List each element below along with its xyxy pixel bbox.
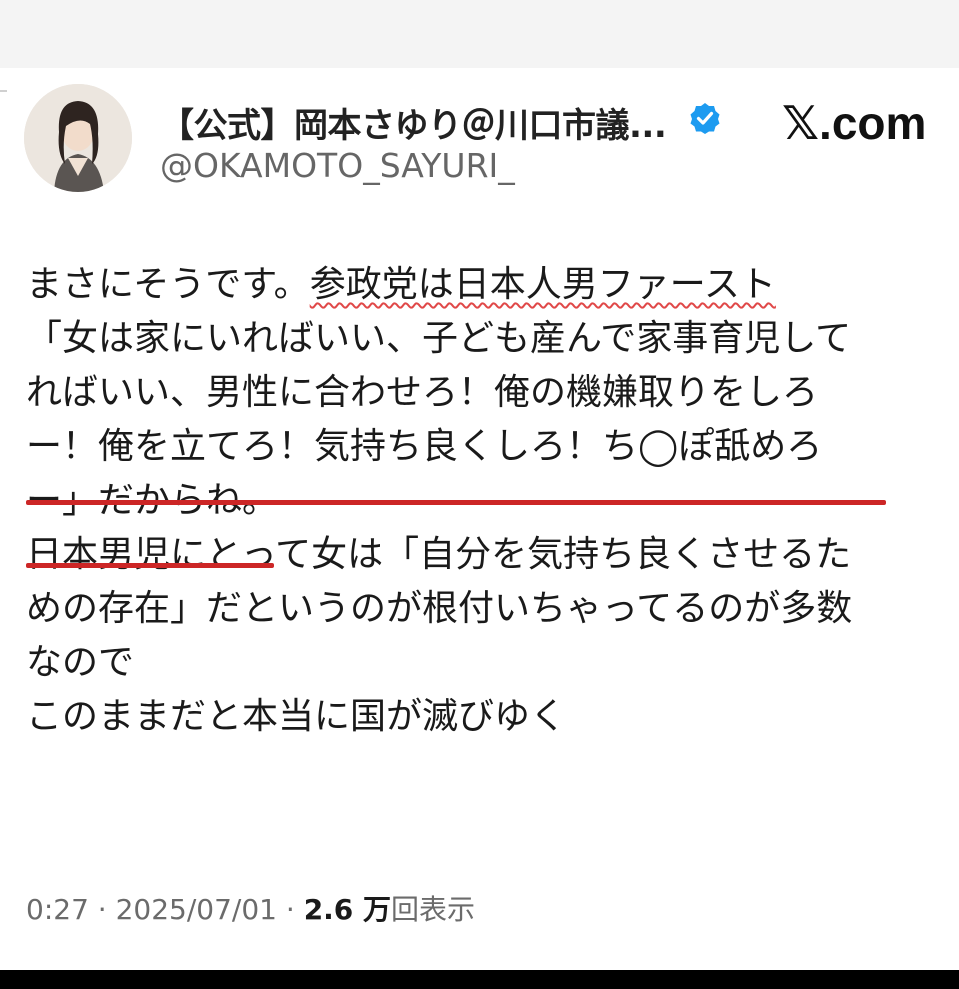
text-line: ればいい、男性に合わせろ！俺の機嫌取りをしろ — [26, 372, 819, 413]
avatar-image — [24, 84, 132, 192]
separator: · — [88, 893, 116, 926]
avatar[interactable] — [24, 84, 132, 192]
post-time[interactable]: 0:27 — [26, 893, 89, 926]
x-logo: 𝕏.com — [782, 97, 927, 149]
red-underline-mark — [26, 563, 274, 568]
red-underline-mark — [26, 500, 886, 505]
text-line: 日本男児にとって女は「自分を気持ち良くさせるた — [26, 534, 852, 575]
text-line: 「女は家にいればいい、子ども産んで家事育児して — [26, 318, 852, 359]
author-name[interactable]: 【公式】岡本さゆり＠川口市議... — [160, 98, 667, 147]
view-count: 2.6 万 — [303, 893, 392, 926]
bottom-bar — [0, 970, 959, 989]
text-line: このままだと本当に国が滅びゆく — [26, 696, 567, 737]
highlighted-phrase: 参政党は日本人男ファースト — [309, 264, 776, 305]
text-line: まさにそうです。参政党は日本人男ファースト — [26, 258, 941, 312]
text-line: ー！俺を立てろ！気持ち良くしろ！ち◯ぽ舐めろ — [26, 426, 823, 467]
verified-badge-icon — [688, 101, 722, 135]
text-line: なので — [26, 642, 135, 683]
view-label: 回表示 — [391, 893, 476, 926]
text-segment: まさにそうです。 — [26, 264, 310, 305]
author-handle[interactable]: @OKAMOTO_SAYURI_ — [160, 146, 515, 185]
top-band — [0, 0, 959, 68]
edge-mark — [0, 90, 7, 92]
separator: · — [276, 893, 304, 926]
text-line: めの存在」だというのが根付いちゃってるのが多数 — [26, 588, 853, 629]
post-date[interactable]: 2025/07/01 — [116, 893, 277, 926]
post-meta: 0:27 · 2025/07/01 · 2.6 万回表示 — [26, 888, 475, 928]
